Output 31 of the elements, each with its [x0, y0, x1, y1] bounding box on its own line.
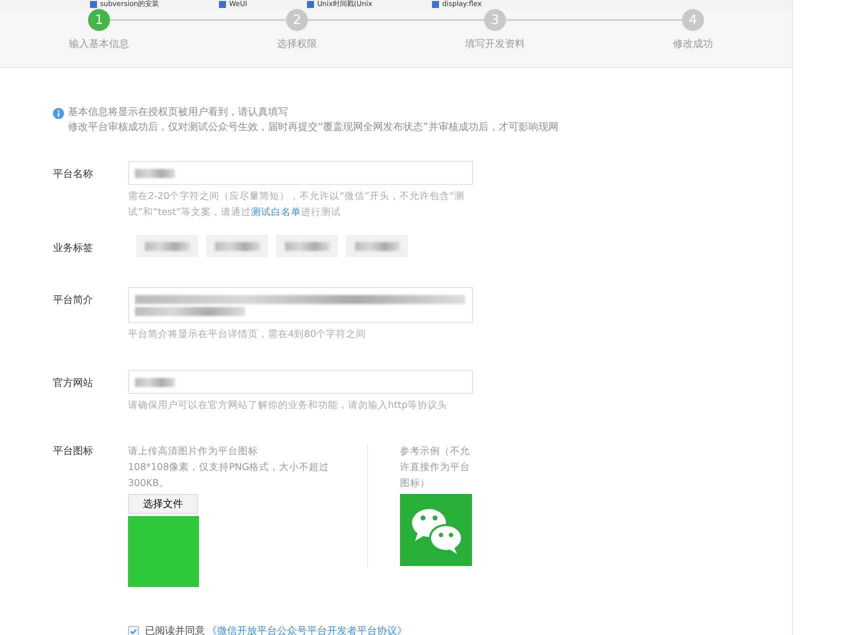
field-hint: 请确保用户可以在官方网站了解你的业务和功能，请勿输入http等协议头	[128, 399, 449, 413]
field-hint: 需在2-20个字符之间（应尽量简短），不允许以“微信”开头，不允许包含“测试”和“test”等文案，请通过测试白名单进行测试	[128, 190, 466, 220]
textarea-field[interactable]	[128, 287, 473, 323]
input-field[interactable]	[128, 161, 473, 185]
step-label: 输入基本信息	[69, 38, 129, 51]
field-label: 平台名称	[53, 168, 94, 182]
chat-bubbles-icon	[400, 494, 472, 566]
agreement-checkbox[interactable]	[128, 626, 139, 635]
step-number: 1	[88, 9, 110, 31]
step-label: 选择权限	[277, 38, 317, 51]
step-label: 修改成功	[673, 38, 713, 51]
field-label: 业务标签	[53, 242, 94, 256]
tag-chip[interactable]	[136, 235, 198, 257]
step-label: 填写开发资料	[465, 38, 525, 51]
redacted-value	[135, 378, 175, 386]
choose-file-button[interactable]: 选择文件	[128, 494, 198, 514]
info-icon	[53, 108, 64, 119]
upload-hint: 请上传高清图片作为平台图标 108*108像素，仅支持PNG格式，大小不超过300KB。	[128, 445, 330, 491]
field-label: 平台图标	[53, 444, 94, 459]
tag-chip[interactable]	[346, 235, 408, 257]
tag-chip[interactable]	[276, 235, 338, 257]
field-label: 平台简介	[53, 294, 94, 308]
input-field[interactable]	[128, 370, 473, 394]
notice-text: 修改平台审核成功后，仅对测试公众号生效，届时再提交“覆盖现网全网发布状态”并审核成功后，才可影响现网	[68, 121, 558, 134]
field-hint: 平台简介将显示在平台详情页，需在4到80个字符之间	[128, 328, 368, 342]
example-caption: 参考示例（不允许直接作为平台图标）	[400, 445, 471, 491]
notice-text: 基本信息将显示在授权页被用户看到，请认真填写	[68, 106, 289, 119]
tag-chip[interactable]	[206, 235, 268, 257]
redacted-value	[135, 168, 175, 178]
field-label: 官方网站	[53, 376, 94, 391]
uploaded-icon-placeholder	[128, 516, 199, 587]
